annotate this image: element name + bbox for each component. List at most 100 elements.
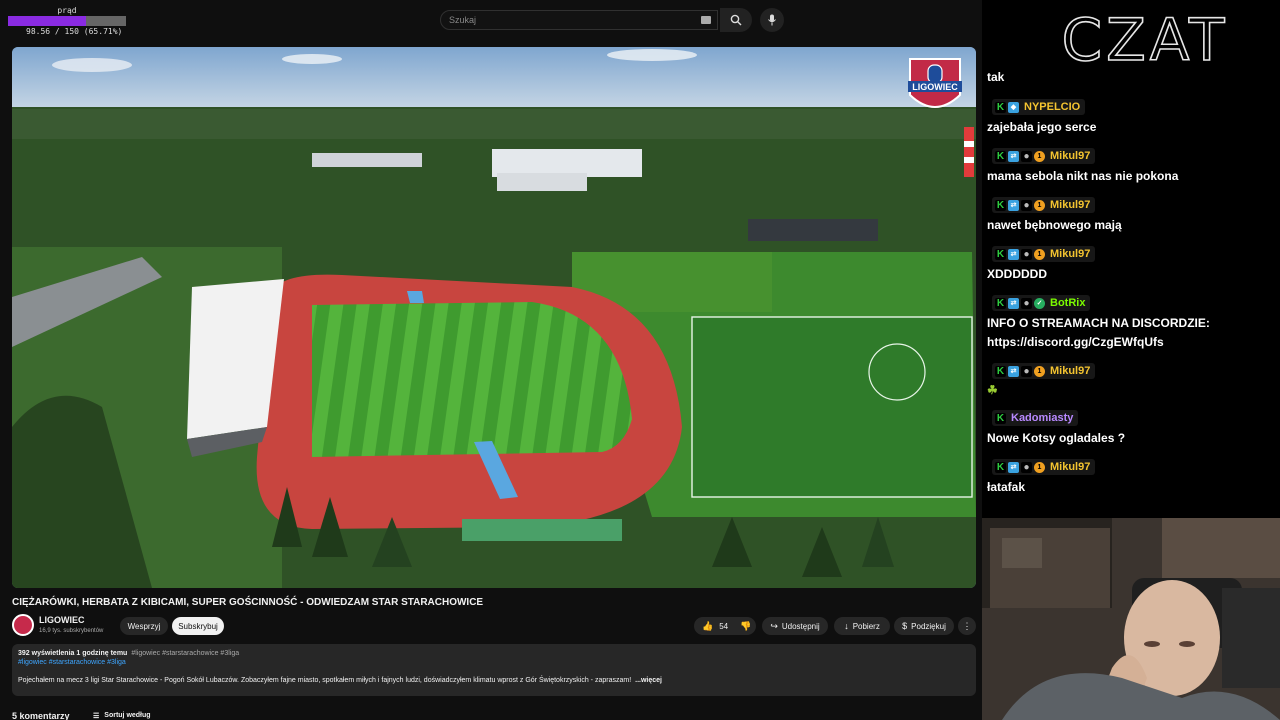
channel-subscriber-count: 16,9 tys. subskrybentów bbox=[39, 628, 104, 634]
description-box[interactable]: 392 wyświetlenia 1 godzinę temu #ligowiec… bbox=[12, 644, 976, 696]
chat-username[interactable]: BotRix bbox=[1050, 297, 1085, 309]
webcam-overlay bbox=[982, 518, 1280, 720]
like-button[interactable]: 👍 54 👎 bbox=[694, 617, 756, 635]
chat-username-row[interactable]: K ⇄ ● 1 Mikul97 bbox=[992, 363, 1096, 379]
kick-badge-icon: K bbox=[995, 365, 1006, 377]
thanks-button[interactable]: $ Podziękuj bbox=[894, 617, 954, 635]
chat-username-row[interactable]: K ⇄ ● 1 Mikul97 bbox=[992, 148, 1096, 164]
search-button[interactable] bbox=[720, 8, 752, 32]
kick-badge-icon: K bbox=[995, 297, 1006, 309]
kick-badge-icon: K bbox=[995, 412, 1006, 424]
description-text: Pojechałem na mecz 3 ligi Star Starachow… bbox=[18, 677, 970, 684]
chat-message-text: łatafak bbox=[987, 480, 1026, 494]
description-hashtags-top: #ligowiec #starstarachowice #3liga bbox=[131, 650, 240, 657]
sort-icon: ☰ bbox=[93, 713, 100, 720]
sort-label: Sortuj według bbox=[104, 712, 151, 719]
kick-badge-icon: K bbox=[995, 150, 1006, 162]
subscriber-badge-icon: ⇄ bbox=[1008, 461, 1019, 473]
download-label: Pobierz bbox=[852, 621, 880, 631]
share-icon: ↪ bbox=[770, 620, 778, 631]
power-bar-fill bbox=[8, 16, 86, 26]
chat-username[interactable]: Kadomiasty bbox=[1011, 412, 1073, 424]
power-label: prąd bbox=[57, 6, 77, 15]
chat-message-text: XDDDDDD bbox=[987, 267, 1047, 281]
chat-username[interactable]: Mikul97 bbox=[1050, 461, 1090, 473]
microphone-icon bbox=[768, 14, 776, 26]
video-player[interactable]: LIGOWIEC bbox=[12, 47, 976, 588]
chat-emote-icon: ☘ bbox=[987, 383, 998, 397]
subscriber-badge-icon: ⇄ bbox=[1008, 297, 1019, 309]
og-badge-icon: ● bbox=[1021, 150, 1032, 162]
chat-username-row[interactable]: K ⇄ ● 1 Mikul97 bbox=[992, 459, 1096, 475]
thumbs-down-icon[interactable]: 👎 bbox=[740, 621, 751, 631]
keyboard-icon[interactable] bbox=[701, 16, 711, 24]
chat-title-logo: CZAT bbox=[1061, 8, 1229, 68]
voice-search-button[interactable] bbox=[760, 8, 784, 32]
chat-username-row[interactable]: K ⇄ ● 1 Mikul97 bbox=[992, 197, 1096, 213]
logo-text: LIGOWIEC bbox=[912, 82, 958, 92]
og-badge-icon: ● bbox=[1021, 248, 1032, 260]
search-placeholder: Szukaj bbox=[449, 15, 477, 25]
kick-badge-icon: K bbox=[995, 101, 1006, 113]
og-badge-icon: ● bbox=[1021, 461, 1032, 473]
kick-badge-icon: K bbox=[995, 461, 1006, 473]
founder-badge-icon: 1 bbox=[1034, 199, 1045, 211]
vip-badge-icon: ◆ bbox=[1008, 101, 1019, 113]
search-input[interactable]: Szukaj bbox=[440, 10, 718, 30]
power-meter-overlay: prąd 98.56 / 150 (65.71%) bbox=[8, 6, 126, 36]
chat-message-text: INFO O STREAMACH NA DISCORDZIE: bbox=[987, 316, 1210, 330]
subscriber-badge-icon: ⇄ bbox=[1008, 365, 1019, 377]
power-value: 98.56 / 150 (65.71%) bbox=[26, 27, 123, 36]
thanks-icon: $ bbox=[902, 620, 908, 631]
subscriber-badge-icon: ⇄ bbox=[1008, 248, 1019, 260]
chat-username-row[interactable]: K ◆ NYPELCIO bbox=[992, 99, 1086, 115]
share-button[interactable]: ↪ Udostępnij bbox=[762, 617, 828, 635]
chat-title: CZAT bbox=[1062, 8, 1229, 68]
channel-name[interactable]: LIGOWIEC bbox=[39, 615, 85, 625]
kick-badge-icon: K bbox=[995, 248, 1006, 260]
like-count: 54 bbox=[719, 621, 729, 631]
more-vert-icon: ⋮ bbox=[962, 620, 972, 631]
description-hashtags[interactable]: #ligowiec #starstarachowice #3liga bbox=[18, 659, 970, 666]
thumbs-up-icon: 👍 bbox=[702, 620, 714, 631]
founder-badge-icon: 1 bbox=[1034, 150, 1045, 162]
video-frame-stadium: LIGOWIEC bbox=[12, 47, 976, 588]
power-bar bbox=[8, 16, 126, 26]
chat-message-link[interactable]: https://discord.gg/CzgEWfqUfs bbox=[987, 335, 1164, 349]
sky bbox=[12, 47, 976, 112]
more-actions-button[interactable]: ⋮ bbox=[958, 617, 976, 635]
chat-username-row[interactable]: K ⇄ ● 1 Mikul97 bbox=[992, 246, 1096, 262]
support-button[interactable]: Wesprzyj bbox=[120, 617, 168, 635]
chat-username[interactable]: Mikul97 bbox=[1050, 248, 1090, 260]
subscribe-button[interactable]: Subskrybuj bbox=[172, 617, 224, 635]
youtube-watch-page: prąd 98.56 / 150 (65.71%) Szukaj LIGOWIE… bbox=[0, 0, 982, 720]
chat-username-row[interactable]: K Kadomiasty bbox=[992, 410, 1079, 426]
building-sports-hall bbox=[748, 219, 878, 241]
chat-username-row[interactable]: K ⇄ ● ✓ BotRix bbox=[992, 295, 1091, 311]
show-more-link[interactable]: ...więcej bbox=[635, 677, 662, 684]
share-label: Udostępnij bbox=[781, 621, 820, 631]
search-icon bbox=[730, 14, 742, 26]
sort-comments-button[interactable]: ☰ Sortuj według bbox=[93, 712, 151, 720]
chat-username[interactable]: NYPELCIO bbox=[1024, 101, 1080, 113]
kick-badge-icon: K bbox=[995, 199, 1006, 211]
subscriber-badge-icon: ⇄ bbox=[1008, 199, 1019, 211]
chat-message-text: zajebała jego serce bbox=[987, 120, 1097, 134]
chat-username[interactable]: Mikul97 bbox=[1050, 365, 1090, 377]
channel-avatar[interactable] bbox=[12, 614, 34, 636]
og-badge-icon: ● bbox=[1021, 365, 1032, 377]
og-badge-icon: ● bbox=[1021, 297, 1032, 309]
chat-message-text: Nowe Kotsy ogladales ? bbox=[987, 431, 1126, 445]
download-icon: ↓ bbox=[844, 620, 849, 631]
description-body: Pojechałem na mecz 3 ligi Star Starachow… bbox=[18, 677, 632, 684]
ligowiec-logo: LIGOWIEC bbox=[908, 58, 962, 108]
webcam-feed bbox=[982, 518, 1280, 720]
screen: prąd 98.56 / 150 (65.71%) Szukaj LIGOWIE… bbox=[0, 0, 1280, 720]
founder-badge-icon: 1 bbox=[1034, 248, 1045, 260]
og-badge-icon: ● bbox=[1021, 199, 1032, 211]
chat-username[interactable]: Mikul97 bbox=[1050, 150, 1090, 162]
top-bar: prąd 98.56 / 150 (65.71%) Szukaj bbox=[0, 0, 982, 40]
download-button[interactable]: ↓ Pobierz bbox=[834, 617, 890, 635]
chat-message-text: nawet bębnowego mają bbox=[987, 218, 1122, 232]
chat-username[interactable]: Mikul97 bbox=[1050, 199, 1090, 211]
